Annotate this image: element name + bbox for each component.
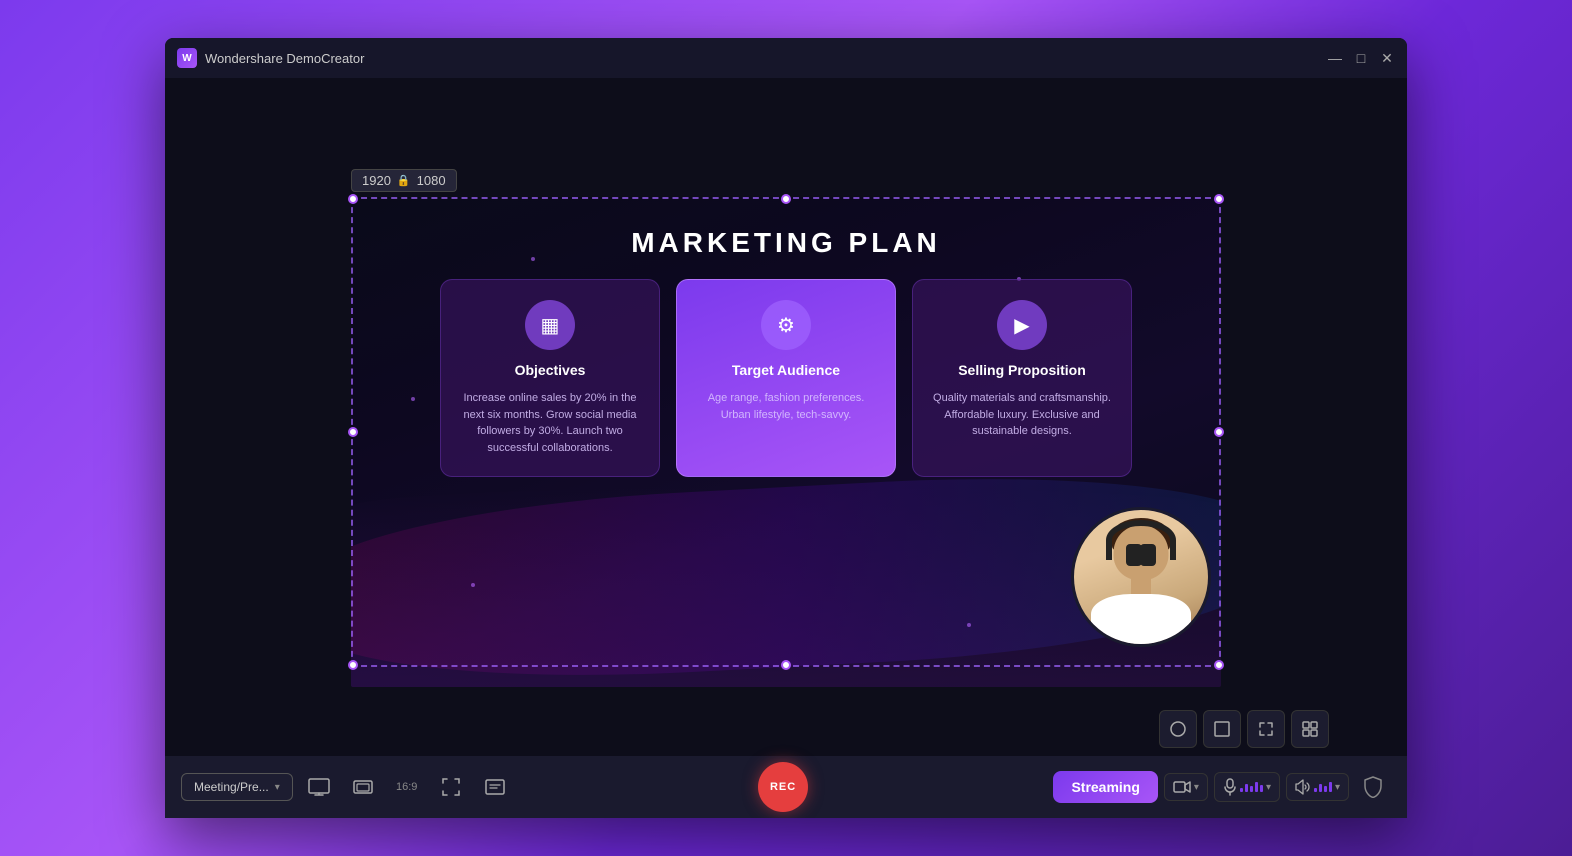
card-objectives-body: Increase online sales by 20% in the next…	[457, 390, 643, 456]
minimize-button[interactable]: —	[1327, 50, 1343, 66]
camera-chevron: ▾	[1194, 782, 1199, 793]
microphone-button[interactable]: ▾	[1214, 772, 1280, 802]
window-capture-button[interactable]	[345, 769, 381, 805]
card-target-audience-title: Target Audience	[732, 362, 840, 378]
audio-bar	[1319, 784, 1322, 792]
resolution-height: 1080	[417, 173, 446, 188]
canvas-controls-overlay	[1159, 710, 1329, 748]
webcam-face	[1074, 510, 1208, 644]
custom-region-button[interactable]	[433, 769, 469, 805]
handle-bottom-left[interactable]	[348, 660, 358, 670]
audio-bar	[1314, 788, 1317, 792]
audio-bar	[1240, 788, 1243, 792]
resolution-badge: 1920 🔒 1080	[351, 169, 457, 192]
preset-chevron: ▾	[275, 782, 280, 793]
card-target-audience-icon: ⚙	[761, 300, 811, 350]
mic-level-bars	[1240, 782, 1263, 792]
card-target-audience: ⚙ Target Audience Age range, fashion pre…	[676, 279, 896, 477]
slide-title: MARKETING PLAN	[351, 197, 1221, 259]
card-selling-proposition-body: Quality materials and craftsmanship. Aff…	[929, 390, 1115, 440]
card-selling-proposition: ▶ Selling Proposition Quality materials …	[912, 279, 1132, 477]
toolbar-center: REC	[521, 762, 1046, 812]
mic-chevron: ▾	[1266, 782, 1271, 793]
toolbar-left: Meeting/Pre... ▾ 16:9	[181, 769, 513, 805]
aspect-ratio-label: 16:9	[396, 781, 417, 793]
person-body	[1091, 594, 1191, 644]
headphone-right	[1140, 544, 1156, 566]
handle-bottom-center[interactable]	[781, 660, 791, 670]
text-overlay-button[interactable]	[477, 769, 513, 805]
canvas-container: 1920 🔒 1080 MARKETING PLAN	[351, 177, 1221, 667]
audio-bar	[1324, 786, 1327, 792]
headphones	[1106, 520, 1176, 560]
canvas-area: 1920 🔒 1080 MARKETING PLAN	[165, 78, 1407, 756]
speaker-chevron: ▾	[1335, 782, 1340, 793]
preset-dropdown[interactable]: Meeting/Pre... ▾	[181, 773, 293, 801]
audio-bar	[1255, 782, 1258, 792]
window-controls: — □ ✕	[1327, 50, 1395, 66]
audio-bar	[1260, 785, 1263, 792]
webcam-overlay	[1071, 507, 1211, 647]
circle-mode-button[interactable]	[1159, 710, 1197, 748]
close-button[interactable]: ✕	[1379, 50, 1395, 66]
streaming-button[interactable]: Streaming	[1053, 771, 1157, 803]
card-selling-proposition-title: Selling Proposition	[958, 362, 1086, 378]
lock-icon: 🔒	[397, 174, 411, 187]
rec-label: REC	[770, 781, 796, 793]
toolbar: Meeting/Pre... ▾ 16:9	[165, 756, 1407, 818]
window-title: Wondershare DemoCreator	[205, 51, 1319, 66]
title-bar: W Wondershare DemoCreator — □ ✕	[165, 38, 1407, 78]
expand-mode-button[interactable]	[1247, 710, 1285, 748]
screen-capture-button[interactable]	[301, 769, 337, 805]
audio-bar	[1329, 782, 1332, 792]
maximize-button[interactable]: □	[1353, 50, 1369, 66]
preset-label: Meeting/Pre...	[194, 780, 269, 794]
aspect-ratio-button[interactable]: 16:9	[389, 769, 425, 805]
card-selling-proposition-icon: ▶	[997, 300, 1047, 350]
speaker-button[interactable]: ▾	[1286, 773, 1349, 801]
toolbar-right: Streaming ▾	[1053, 769, 1391, 805]
card-target-audience-body: Age range, fashion preferences. Urban li…	[693, 390, 879, 423]
audio-bar	[1245, 784, 1248, 792]
camera-button[interactable]: ▾	[1164, 773, 1208, 801]
card-objectives-icon: ▦	[525, 300, 575, 350]
speaker-level-bars	[1314, 782, 1332, 792]
square-mode-button[interactable]	[1203, 710, 1241, 748]
app-window: W Wondershare DemoCreator — □ ✕ 1920 🔒 1…	[165, 38, 1407, 818]
handle-bottom-right[interactable]	[1214, 660, 1224, 670]
record-button[interactable]: REC	[758, 762, 808, 812]
main-area: 1920 🔒 1080 MARKETING PLAN	[165, 78, 1407, 818]
card-objectives-title: Objectives	[515, 362, 586, 378]
audio-bar	[1250, 786, 1253, 792]
layout-mode-button[interactable]	[1291, 710, 1329, 748]
privacy-shield-button[interactable]	[1355, 769, 1391, 805]
card-objectives: ▦ Objectives Increase online sales by 20…	[440, 279, 660, 477]
cards-row: ▦ Objectives Increase online sales by 20…	[351, 259, 1221, 477]
resolution-width: 1920	[362, 173, 391, 188]
app-icon: W	[177, 48, 197, 68]
